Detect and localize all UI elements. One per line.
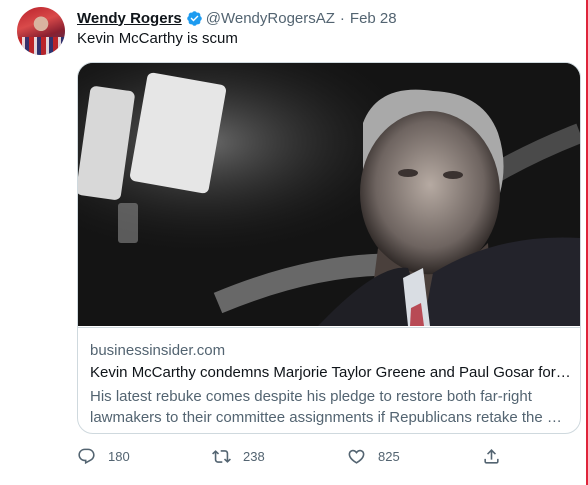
author-handle[interactable]: @WendyRogersAZ <box>206 10 335 27</box>
card-photo-illustration <box>78 63 580 326</box>
author-name[interactable]: Wendy Rogers <box>77 10 182 27</box>
share-icon <box>484 449 499 464</box>
tweet-text: Kevin McCarthy is scum <box>77 30 238 47</box>
reply-icon <box>78 448 95 465</box>
tweet-actions: 180 238 825 <box>77 447 507 469</box>
card-meta: businessinsider.com Kevin McCarthy conde… <box>78 327 580 433</box>
share-button[interactable] <box>482 447 501 466</box>
card-title: Kevin McCarthy condemns Marjorie Taylor … <box>90 364 572 381</box>
card-domain: businessinsider.com <box>90 342 226 359</box>
tweet-date[interactable]: Feb 28 <box>350 10 397 27</box>
like-button[interactable]: 825 <box>347 447 400 466</box>
reply-count: 180 <box>108 449 130 464</box>
link-card[interactable]: businessinsider.com Kevin McCarthy conde… <box>77 62 581 434</box>
avatar[interactable] <box>17 7 65 55</box>
like-count: 825 <box>378 449 400 464</box>
reply-button[interactable]: 180 <box>77 447 130 466</box>
retweet-icon <box>212 450 231 463</box>
card-description: His latest rebuke comes despite his pled… <box>90 388 562 426</box>
heart-icon <box>348 449 365 464</box>
verified-badge-icon <box>186 10 202 26</box>
retweet-count: 238 <box>243 449 265 464</box>
avatar-flag-pattern <box>17 37 65 55</box>
card-image <box>78 63 580 326</box>
tweet-header: Wendy Rogers @WendyRogersAZ · Feb 28 <box>77 8 397 28</box>
retweet-button[interactable]: 238 <box>212 447 265 466</box>
header-separator: · <box>339 9 345 27</box>
